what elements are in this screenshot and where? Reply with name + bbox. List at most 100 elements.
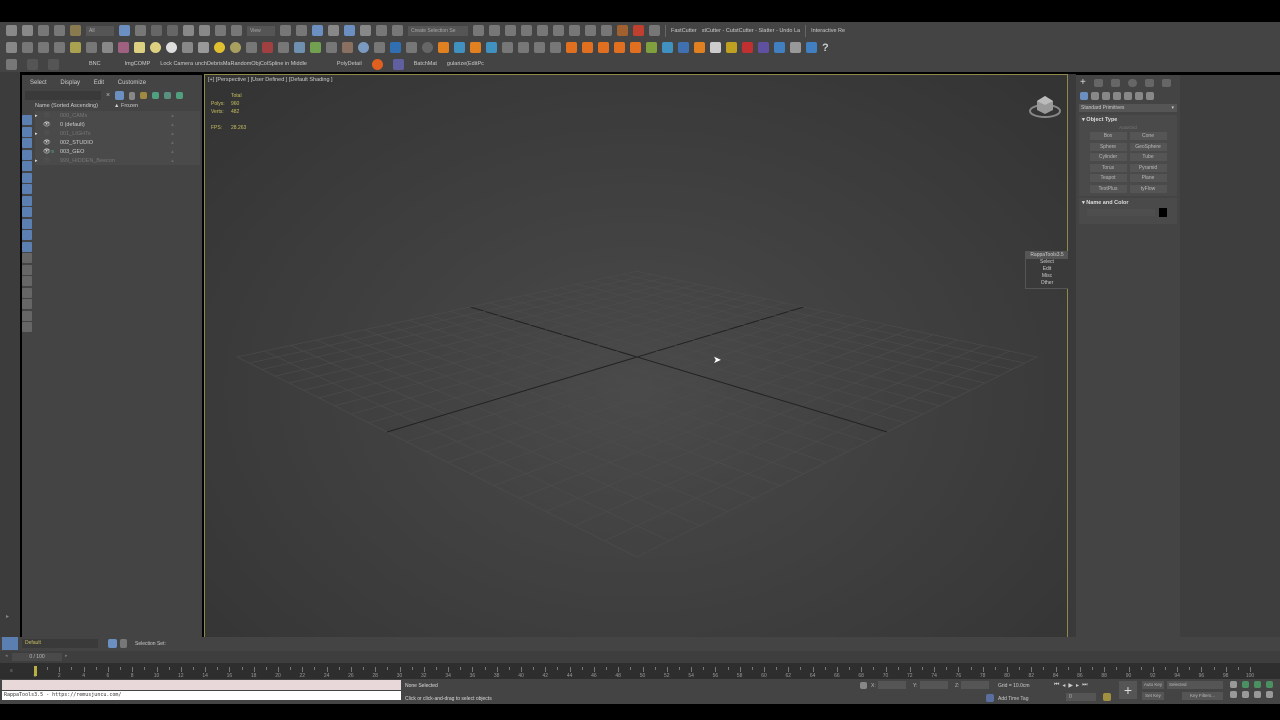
window-crossing-icon[interactable] xyxy=(167,25,178,36)
prev-key-icon[interactable]: ◂ xyxy=(1062,682,1065,689)
next-key-icon[interactable]: ▸ xyxy=(1076,682,1079,689)
panel-icon[interactable] xyxy=(38,42,49,53)
fastcutter-script[interactable]: FastCutter xyxy=(671,28,697,34)
frozen-icon[interactable]: ▲ xyxy=(170,122,200,128)
selection-filter-dropdown[interactable]: All xyxy=(86,25,114,36)
expand-arrow-icon[interactable]: ▸ xyxy=(35,158,43,164)
create-pyramid-button[interactable]: Pyramid xyxy=(1129,163,1167,172)
display-spacewarps-icon[interactable] xyxy=(22,172,32,183)
tool-icon[interactable] xyxy=(86,42,97,53)
render-icon[interactable] xyxy=(601,25,612,36)
move-icon[interactable] xyxy=(183,25,194,36)
play-icon[interactable] xyxy=(502,42,513,53)
object-color-swatch[interactable] xyxy=(1159,207,1167,217)
ribbon-icon[interactable] xyxy=(6,58,17,70)
quad-menu-other[interactable]: Other xyxy=(1026,280,1068,287)
rect-selection-icon[interactable] xyxy=(151,25,162,36)
zoom-extents-all-icon[interactable] xyxy=(1266,681,1273,688)
zoom-extents-icon[interactable] xyxy=(1254,681,1261,688)
spacewarps-icon[interactable] xyxy=(1135,92,1143,100)
curve-editor-icon[interactable] xyxy=(521,25,532,36)
interactive-render-script[interactable]: Interactive Re xyxy=(811,28,845,34)
batchmat-script[interactable]: BatchMat xyxy=(414,61,437,67)
pour-icon[interactable] xyxy=(726,42,737,53)
modify-tab-icon[interactable] xyxy=(1093,79,1103,87)
primitives-dropdown[interactable]: Standard Primitives ▾ xyxy=(1079,104,1177,112)
lights-icon[interactable] xyxy=(1102,92,1110,100)
display-helpers-icon[interactable] xyxy=(22,161,32,171)
undo-icon[interactable] xyxy=(6,25,17,36)
scatter-icon[interactable] xyxy=(294,42,305,53)
time-slider[interactable]: 0 / 100 xyxy=(12,653,62,661)
fov-icon[interactable] xyxy=(1230,691,1237,698)
filter-icon[interactable] xyxy=(22,310,32,321)
proxy-icon[interactable] xyxy=(278,42,289,53)
brush-icon[interactable] xyxy=(326,42,337,53)
ocean-icon[interactable] xyxy=(662,42,673,53)
mug-icon[interactable] xyxy=(694,42,705,53)
menu-display[interactable]: Display xyxy=(60,80,80,86)
utilities-tab-icon[interactable] xyxy=(1161,79,1171,87)
check-badge-icon[interactable] xyxy=(774,42,785,53)
create-tyflow-button[interactable]: tyFlow xyxy=(1129,184,1167,193)
sphere-light-icon[interactable] xyxy=(166,42,177,53)
maxscript-listener-output[interactable] xyxy=(2,680,401,690)
cloud-render-icon[interactable] xyxy=(390,42,401,53)
create-teapot-button[interactable]: Teapot xyxy=(1089,174,1127,182)
explorer-search-input[interactable] xyxy=(25,91,101,100)
red-blob-icon[interactable] xyxy=(742,42,753,53)
create-textplus-button[interactable]: TextPlus xyxy=(1089,184,1127,193)
plane-light-icon[interactable] xyxy=(134,42,145,53)
phoenix-liquid-icon[interactable] xyxy=(614,42,625,53)
edit-named-selection-icon[interactable] xyxy=(392,25,403,36)
render-window-icon[interactable] xyxy=(22,42,33,53)
display-bones-icon[interactable] xyxy=(22,207,32,217)
collapse-icon[interactable] xyxy=(22,322,32,332)
snap-toggle-icon[interactable] xyxy=(328,25,339,36)
filter-icon[interactable] xyxy=(115,91,125,100)
frozen-icon[interactable]: ▲ xyxy=(170,131,200,137)
select-by-name-icon[interactable] xyxy=(135,25,146,36)
geometry-icon[interactable] xyxy=(1080,92,1088,100)
pan-icon[interactable] xyxy=(1242,691,1249,698)
display-groups-icon[interactable] xyxy=(22,184,32,194)
refresh-script-icon[interactable] xyxy=(371,58,383,70)
panel-splitter[interactable] xyxy=(1068,74,1076,650)
random-obj-script[interactable]: RandomObjColSpline in Middle xyxy=(230,61,306,67)
imgcomp-script[interactable]: ImgCOMP xyxy=(125,61,151,67)
sun-icon[interactable] xyxy=(214,42,225,53)
bowl-icon[interactable] xyxy=(710,42,721,53)
current-frame-field[interactable]: 0 xyxy=(1066,693,1096,701)
bar-icon[interactable] xyxy=(27,58,38,70)
go-to-start-icon[interactable]: ⏮ xyxy=(1054,682,1059,689)
wave-icon[interactable] xyxy=(678,42,689,53)
layer-row[interactable]: ▸ 👁︎ 000_CAMs ▲ xyxy=(35,111,200,120)
key-mode-dropdown[interactable]: Selected xyxy=(1167,681,1223,689)
link-icon[interactable] xyxy=(38,25,49,36)
maximize-viewport-icon[interactable] xyxy=(1266,691,1273,698)
material-editor-icon[interactable] xyxy=(553,25,564,36)
time-config-icon[interactable] xyxy=(1103,693,1111,701)
cutter-scripts[interactable]: stCutter - CutstCutter - Slatter - Undo … xyxy=(702,28,800,34)
next-frame-icon[interactable]: ▸ xyxy=(65,653,68,659)
hair-icon[interactable] xyxy=(246,42,257,53)
display-tab-icon[interactable] xyxy=(1144,79,1154,87)
col-frozen[interactable]: ▲ Frozen xyxy=(114,103,138,109)
create-geosphere-button[interactable]: GeoSphere xyxy=(1129,142,1167,151)
display-shapes-icon[interactable] xyxy=(22,126,32,137)
phoenix-fire-icon[interactable] xyxy=(582,42,593,53)
visibility-eye-icon[interactable]: 👁︎ xyxy=(43,148,51,155)
display-containers-icon[interactable] xyxy=(22,218,32,229)
mirror-icon[interactable] xyxy=(473,25,484,36)
menu-edit[interactable]: Edit xyxy=(94,80,104,86)
help-circle-icon[interactable] xyxy=(422,42,433,53)
spot-light-icon[interactable] xyxy=(198,42,209,53)
molecule-icon[interactable] xyxy=(262,42,273,53)
name-color-header[interactable]: ▾ Name and Color xyxy=(1079,198,1177,208)
set-key-big-icon[interactable]: + xyxy=(1119,681,1137,699)
railclone-icon[interactable] xyxy=(454,42,465,53)
trackbar[interactable]: ≡ 0 2 4 6 8 10 12 14 16 18 20 22 24 26 28 30 32 34 36 38 40 4… xyxy=(0,663,1280,679)
hierarchy-tab-icon[interactable] xyxy=(1110,79,1120,87)
invert-display-icon[interactable] xyxy=(22,287,32,298)
boat-icon[interactable] xyxy=(806,42,817,53)
